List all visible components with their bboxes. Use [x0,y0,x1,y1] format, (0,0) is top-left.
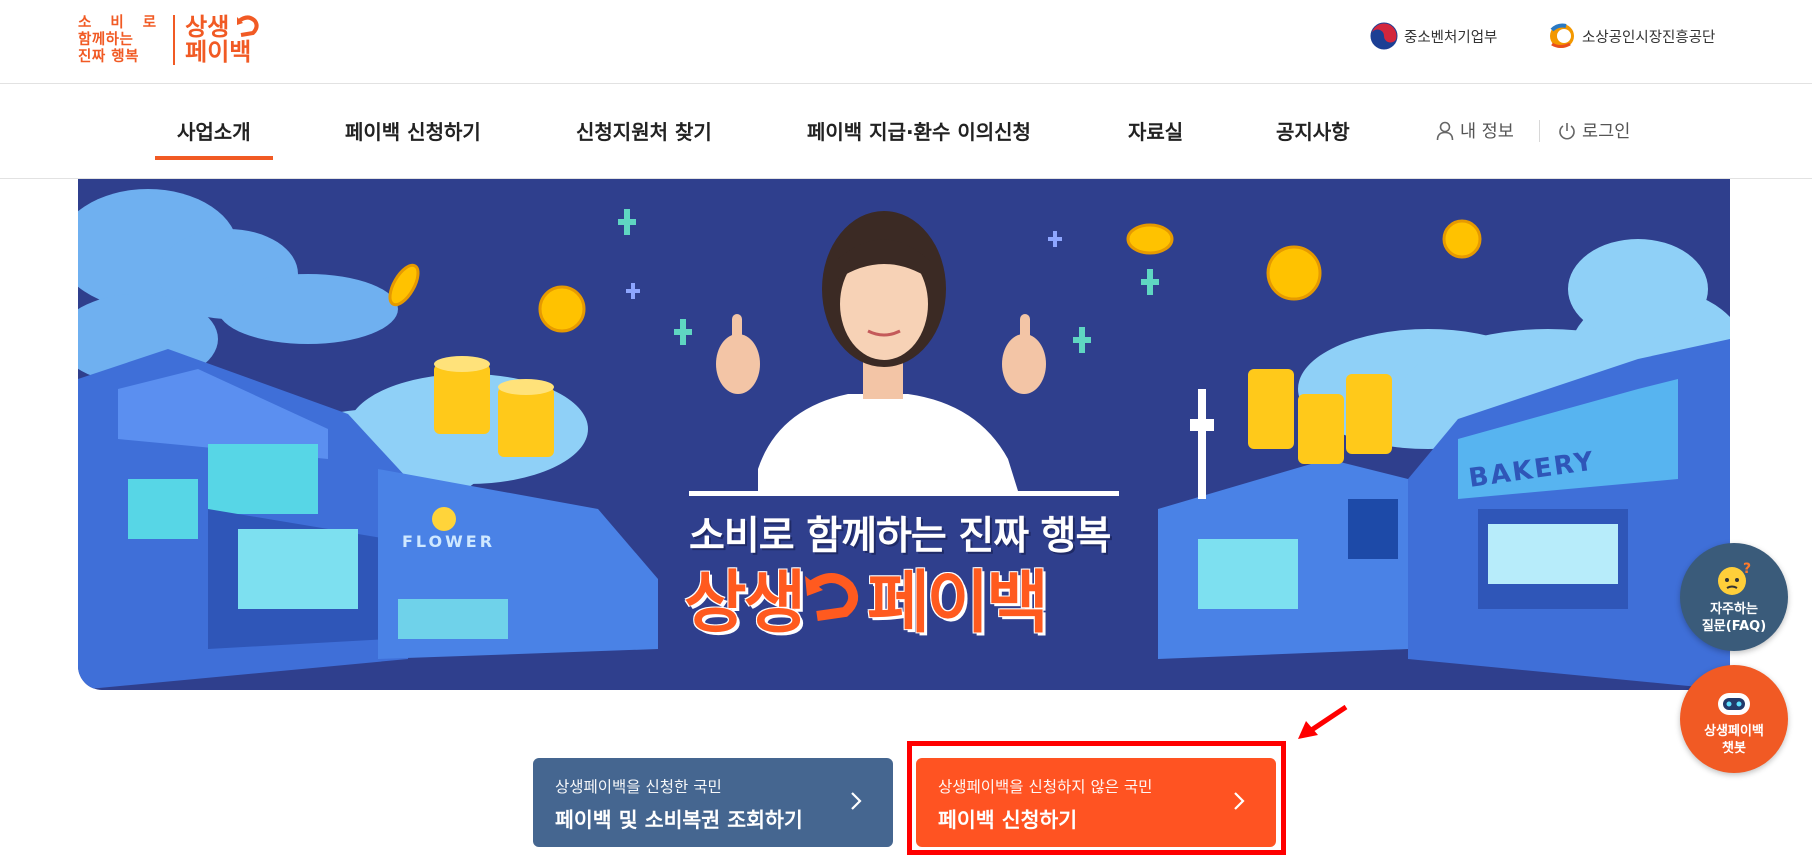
robot-icon [1718,693,1750,715]
nav-item-apply[interactable]: 페이백 신청하기 [345,116,481,145]
agency-mss-link[interactable]: 중소벤처기업부 [1370,22,1497,50]
hero-brand-left: 상생 [684,564,806,643]
login-link[interactable]: 로그인 [1558,118,1630,143]
main-nav: 사업소개 페이백 신청하기 신청지원처 찾기 페이백 지급·환수 이의신청 자료… [0,84,1812,179]
logo-tagline-line3: 진짜 행복 [78,48,139,65]
logo-divider [173,15,176,65]
logo-tagline-line2: 함께하는 [78,31,134,48]
logo-brand: 상생 페이백 [185,13,259,66]
korea-emblem-icon [1370,22,1398,50]
chevron-right-icon [851,792,862,810]
apply-button-title: 페이백 신청하기 [938,808,1078,832]
nav-item-notices[interactable]: 공지사항 [1276,116,1350,145]
apply-button-subtitle: 상생페이백을 신청하지 않은 국민 [938,778,1153,796]
agency-semas-label: 소상공인시장진흥공단 [1582,29,1716,46]
hero-divider [689,491,1119,496]
chatbot-floating-button[interactable]: 상생페이백 챗봇 [1680,665,1788,773]
faq-floating-button[interactable]: ? 자주하는 질문(FAQ) [1680,543,1788,651]
nav-item-objection[interactable]: 페이백 지급·환수 이의신청 [807,116,1031,145]
util-divider [1539,120,1540,142]
logo-brand-line2: 페이백 [185,38,252,66]
hero-banner: FLOWER BAKERY 소비로 함께하는 진짜 행복 상생 페이백 [78,179,1730,690]
logo-tagline: 소 비 로 함께하는 진짜 행복 [78,15,163,66]
logo-tagline-line1: 소 비 로 [78,14,164,31]
chatbot-label-line1: 상생페이백 [1704,724,1764,739]
hero-brand-right: 페이백 [867,564,1049,643]
brand-arrow-icon [803,564,867,643]
faq-label-line1: 자주하는 [1710,602,1758,617]
faq-label-line2: 질문(FAQ) [1701,619,1767,634]
agency-semas-link[interactable]: 소상공인시장진흥공단 [1548,22,1715,50]
lookup-button-title: 페이백 및 소비복권 조회하기 [555,808,803,832]
logo-arrow-icon [237,15,259,37]
payback-apply-button[interactable]: 상생페이백을 신청하지 않은 국민 페이백 신청하기 [916,758,1276,847]
chatbot-label-line2: 챗봇 [1722,741,1746,756]
nav-item-about[interactable]: 사업소개 [155,116,273,160]
chevron-right-icon [1234,792,1245,810]
my-info-label: 내 정보 [1460,122,1514,142]
login-label: 로그인 [1582,122,1631,142]
logo-brand-line1: 상생 [185,13,230,41]
flower-sign: FLOWER [402,532,495,551]
agency-mss-label: 중소벤처기업부 [1404,29,1498,46]
faq-character-icon: ? [1718,561,1751,595]
nav-item-find-support[interactable]: 신청지원처 찾기 [576,116,712,145]
nav-item-resources[interactable]: 자료실 [1128,116,1183,145]
svg-text:?: ? [1743,561,1751,577]
hero-person [716,211,1046,491]
top-header: 소 비 로 함께하는 진짜 행복 상생 페이백 중소벤처기업부 소상공인시장진흥… [0,0,1812,84]
annotation-arrow-icon [1298,704,1348,739]
semas-logo-icon [1550,23,1574,48]
site-logo[interactable]: 소 비 로 함께하는 진짜 행복 상생 페이백 [78,12,259,68]
lookup-button-subtitle: 상생페이백을 신청한 국민 [555,778,722,796]
power-icon [1559,122,1575,139]
my-info-link[interactable]: 내 정보 [1436,118,1514,143]
user-icon [1436,121,1454,140]
hero-brand-title: 상생 페이백 [684,547,1144,646]
payback-lookup-button[interactable]: 상생페이백을 신청한 국민 페이백 및 소비복권 조회하기 [533,758,893,847]
